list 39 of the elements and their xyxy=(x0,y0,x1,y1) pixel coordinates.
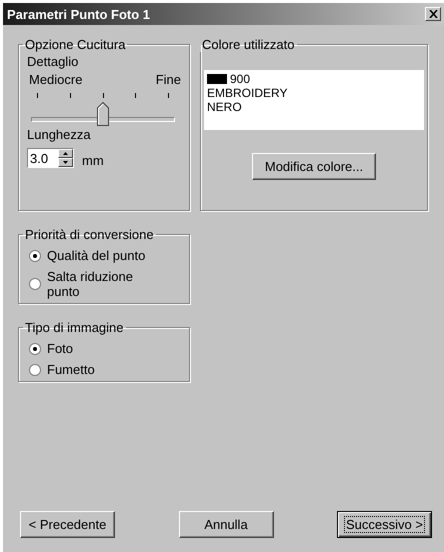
window-title: Parametri Punto Foto 1 xyxy=(7,6,150,22)
tick-mark xyxy=(37,93,38,98)
color-info: EMBROIDERY xyxy=(207,86,288,100)
spin-down-button[interactable] xyxy=(58,158,73,167)
up-arrow-icon xyxy=(63,152,68,155)
color-info: NERO xyxy=(207,100,243,114)
nav-button[interactable]: Successivo > xyxy=(337,511,432,538)
detail-label: Dettaglio xyxy=(27,54,80,69)
group-title: Opzione Cucitura xyxy=(24,37,126,52)
min-label: Mediocre xyxy=(29,72,82,87)
color-code: 900 xyxy=(230,72,250,86)
group-title: Colore utilizzato xyxy=(201,37,296,52)
down-arrow-icon xyxy=(63,161,68,164)
close-button[interactable] xyxy=(425,7,441,21)
tick-mark xyxy=(70,93,71,98)
close-icon xyxy=(428,10,438,18)
tick-mark xyxy=(135,93,136,98)
length-spinner[interactable]: 3.0 xyxy=(27,148,74,168)
tick-mark xyxy=(168,93,169,98)
nav-button[interactable]: < Precedente xyxy=(20,511,115,538)
radio-button[interactable] xyxy=(29,364,41,376)
radio-button[interactable] xyxy=(29,278,41,290)
detail-slider[interactable] xyxy=(31,93,175,127)
max-label: Fine xyxy=(156,72,181,87)
group-title: Priorità di conversione xyxy=(24,227,155,242)
unit-label: mm xyxy=(82,153,104,168)
nav-button[interactable]: Annulla xyxy=(178,511,274,538)
option-label: Salta riduzione punto xyxy=(47,269,134,299)
tick-mark xyxy=(102,93,104,98)
length-label: Lunghezza xyxy=(27,127,92,142)
spin-up-button[interactable] xyxy=(58,149,73,158)
radio-button[interactable] xyxy=(29,250,41,262)
modify-color-button[interactable]: Modifica colore... xyxy=(252,153,376,180)
option-label: Fumetto xyxy=(47,362,95,377)
option-label: Qualità del punto xyxy=(47,248,146,263)
group-title: Tipo di immagine xyxy=(24,320,125,335)
radio-button[interactable] xyxy=(29,342,41,354)
option-label: Foto xyxy=(47,341,74,356)
slider-thumb[interactable] xyxy=(97,102,109,126)
